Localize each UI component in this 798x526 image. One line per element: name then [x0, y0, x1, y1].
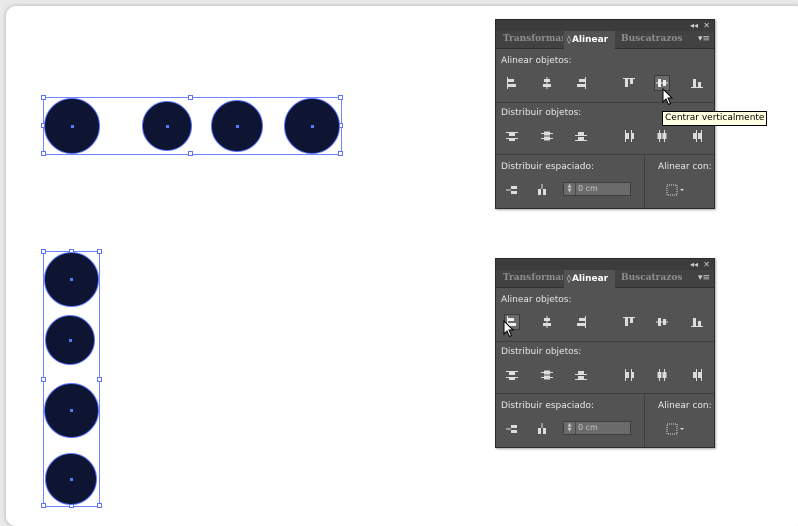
spacing-input[interactable]: ▲ ▼ 0 cm	[563, 182, 631, 196]
align-to-label: Alinear con:	[658, 162, 712, 172]
selection-handle[interactable]	[41, 151, 46, 156]
close-icon[interactable]: ✕	[703, 259, 710, 270]
distribute-horizontal-spacing-button[interactable]	[534, 182, 550, 198]
distribute-bottom-button[interactable]	[573, 128, 589, 144]
vertical-align-top-button[interactable]	[621, 314, 637, 330]
collapse-icon[interactable]: ◂◂	[690, 20, 698, 31]
distribute-vertical-center-button[interactable]	[539, 367, 555, 383]
distribute-horizontal-center-button[interactable]	[654, 367, 670, 383]
selection-handle[interactable]	[41, 249, 46, 254]
panel-titlebar[interactable]: ◂◂ ✕	[496, 20, 714, 31]
panel-menu-icon[interactable]: ▾≡	[698, 31, 710, 48]
circle-shape[interactable]	[142, 101, 192, 151]
horizontal-align-right-button[interactable]	[573, 314, 589, 330]
panel-titlebar[interactable]: ◂◂ ✕	[496, 259, 714, 270]
section-divider-vertical	[644, 393, 645, 447]
selection-handle[interactable]	[97, 503, 102, 508]
tab-pathfinder[interactable]: Buscatrazos	[621, 31, 683, 48]
selection-handle[interactable]	[41, 95, 46, 100]
distribute-spacing-label: Distribuir espaciado:	[501, 401, 594, 411]
panel-tabs: Transformar ◊Alinear Buscatrazos ▾≡	[496, 270, 714, 288]
selection-handle[interactable]	[97, 249, 102, 254]
close-icon[interactable]: ✕	[703, 20, 710, 31]
distribute-spacing-label: Distribuir espaciado:	[501, 162, 594, 172]
distribute-right-button[interactable]	[689, 128, 705, 144]
circle-shape[interactable]	[45, 453, 97, 505]
panel-menu-icon[interactable]: ▾≡	[698, 270, 710, 287]
circle-shape[interactable]	[44, 252, 99, 307]
distribute-vertical-spacing-button[interactable]	[504, 421, 520, 437]
tab-align-label: Alinear	[571, 274, 609, 284]
distribute-bottom-button[interactable]	[573, 367, 589, 383]
tab-align[interactable]: ◊Alinear	[564, 270, 615, 288]
distribute-right-button[interactable]	[689, 367, 705, 383]
horizontal-align-center-button[interactable]	[539, 75, 555, 91]
tab-pathfinder[interactable]: Buscatrazos	[621, 270, 683, 287]
spinner-arrows-icon[interactable]: ▲ ▼	[564, 422, 576, 434]
selection-handle[interactable]	[97, 377, 102, 382]
spacing-input[interactable]: ▲ ▼ 0 cm	[563, 421, 631, 435]
vertical-align-bottom-button[interactable]	[689, 314, 705, 330]
section-divider	[496, 154, 714, 155]
align-panel-bottom: ◂◂ ✕ Transformar ◊Alinear Buscatrazos ▾≡…	[495, 258, 715, 448]
section-divider	[496, 102, 714, 103]
vertical-align-bottom-button[interactable]	[689, 75, 705, 91]
section-divider	[496, 341, 714, 342]
section-divider-vertical	[644, 154, 645, 208]
circle-shape[interactable]	[45, 315, 95, 365]
circle-shape[interactable]	[44, 383, 99, 438]
distribute-left-button[interactable]	[621, 128, 637, 144]
selection-handle[interactable]	[188, 151, 193, 156]
distribute-horizontal-spacing-button[interactable]	[534, 421, 550, 437]
distribute-horizontal-center-button[interactable]	[654, 128, 670, 144]
horizontal-align-center-button[interactable]	[539, 314, 555, 330]
selection-handle[interactable]	[338, 95, 343, 100]
selection-handle[interactable]	[41, 503, 46, 508]
align-to-selection-dropdown[interactable]	[664, 421, 688, 437]
spinner-arrows-icon[interactable]: ▲ ▼	[564, 183, 576, 195]
selection-handle[interactable]	[188, 95, 193, 100]
section-divider	[496, 393, 714, 394]
tab-align[interactable]: ◊Alinear	[564, 31, 615, 49]
distribute-objects-label: Distribuir objetos:	[501, 347, 582, 357]
align-objects-label: Alinear objetos:	[501, 56, 572, 66]
align-to-label: Alinear con:	[658, 401, 712, 411]
spacing-value: 0 cm	[578, 184, 598, 193]
tooltip: Centrar verticalmente	[662, 111, 768, 126]
circle-shape[interactable]	[211, 100, 263, 152]
tab-transform[interactable]: Transformar	[503, 31, 563, 48]
spacing-value: 0 cm	[578, 423, 598, 432]
horizontal-align-left-button[interactable]	[504, 75, 520, 91]
circle-shape[interactable]	[44, 98, 100, 154]
distribute-objects-label: Distribuir objetos:	[501, 108, 582, 118]
align-objects-label: Alinear objetos:	[501, 295, 572, 305]
distribute-vertical-center-button[interactable]	[539, 128, 555, 144]
distribute-top-button[interactable]	[504, 367, 520, 383]
collapse-icon[interactable]: ◂◂	[690, 259, 698, 270]
tab-chevron-icon: ◊	[567, 274, 571, 283]
selection-handle[interactable]	[41, 377, 46, 382]
distribute-vertical-spacing-button[interactable]	[504, 182, 520, 198]
distribute-top-button[interactable]	[504, 128, 520, 144]
vertical-align-top-button[interactable]	[621, 75, 637, 91]
align-to-selection-dropdown[interactable]	[664, 182, 688, 198]
mouse-pointer-icon	[662, 88, 674, 106]
circle-shape[interactable]	[284, 98, 340, 154]
tab-chevron-icon: ◊	[567, 35, 571, 44]
selection-handle[interactable]	[338, 151, 343, 156]
distribute-left-button[interactable]	[621, 367, 637, 383]
tab-align-label: Alinear	[571, 35, 609, 45]
vertical-align-center-button[interactable]	[654, 314, 670, 330]
panel-tabs: Transformar ◊Alinear Buscatrazos ▾≡	[496, 31, 714, 49]
mouse-pointer-icon	[503, 320, 515, 338]
tab-transform[interactable]: Transformar	[503, 270, 563, 287]
horizontal-align-right-button[interactable]	[573, 75, 589, 91]
